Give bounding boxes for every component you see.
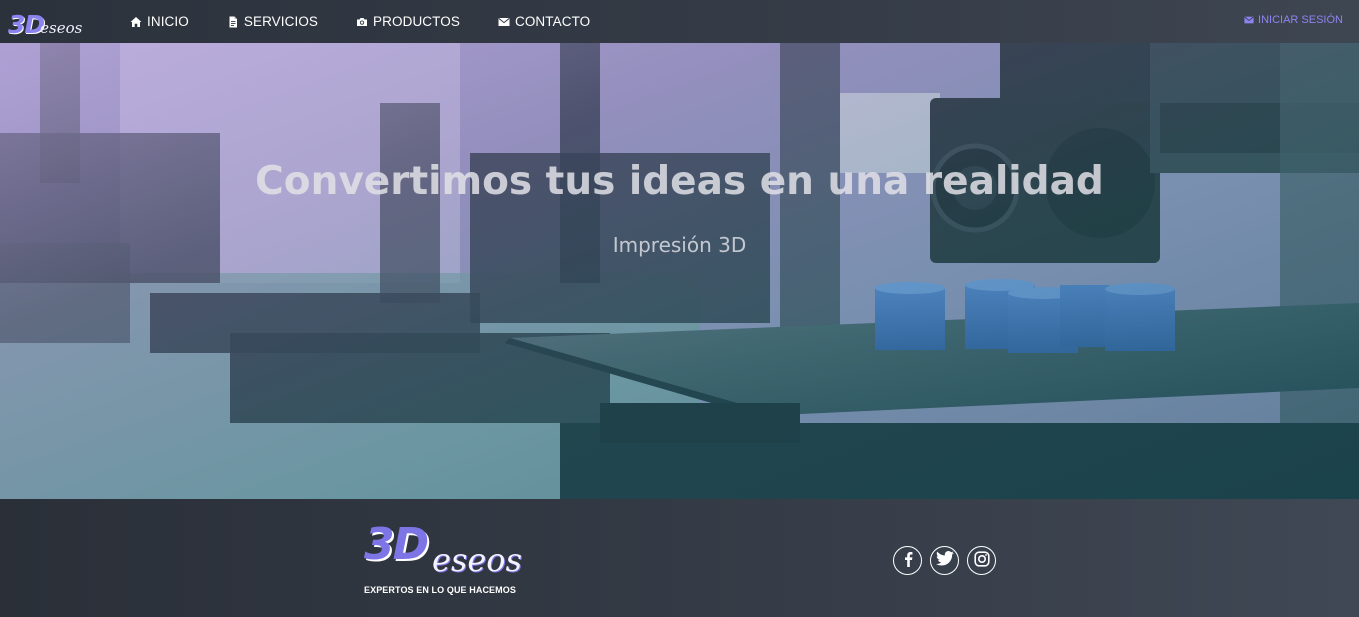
envelope-icon xyxy=(498,16,510,28)
facebook-link[interactable] xyxy=(893,546,922,575)
nav-item-label: SERVICIOS xyxy=(243,14,319,29)
footer-logo-eseos: eseos xyxy=(432,541,522,579)
brand-logo-eseos: eseos xyxy=(40,19,83,37)
brand-logo-3d: 3D xyxy=(8,10,45,39)
nav-item-label: PRODUCTOS xyxy=(373,14,460,29)
nav-item-contacto[interactable]: CONTACTO xyxy=(498,14,590,29)
instagram-link[interactable] xyxy=(967,546,996,575)
hero-title: Convertimos tus ideas en una realidad xyxy=(255,159,1104,204)
brand-logo[interactable]: 3D eseos xyxy=(8,5,88,37)
login-label: INICIAR SESIÓN xyxy=(1258,14,1343,26)
instagram-icon xyxy=(973,550,990,571)
hero-color-overlay xyxy=(0,43,1359,499)
nav-item-label: CONTACTO xyxy=(514,14,591,29)
nav-links: INICIO SERVICIOS PRODUCTOS CONTACTO xyxy=(130,0,628,43)
nav-item-servicios[interactable]: SERVICIOS xyxy=(227,14,318,29)
facebook-icon xyxy=(901,551,915,571)
twitter-icon xyxy=(935,551,954,570)
camera-icon xyxy=(356,16,368,28)
footer-tagline: EXPERTOS EN LO QUE HACEMOS xyxy=(364,585,516,595)
social-links xyxy=(893,546,996,575)
envelope-icon xyxy=(1244,15,1254,25)
footer-logo-3d: 3D xyxy=(364,519,429,570)
home-icon xyxy=(130,16,142,28)
document-icon xyxy=(227,16,239,28)
hero-banner: Convertimos tus ideas en una realidad Im… xyxy=(0,43,1359,499)
twitter-link[interactable] xyxy=(930,546,959,575)
footer: 3D eseos EXPERTOS EN LO QUE HACEMOS xyxy=(0,499,1359,617)
login-link[interactable]: INICIAR SESIÓN xyxy=(1244,14,1343,26)
nav-item-productos[interactable]: PRODUCTOS xyxy=(356,14,460,29)
hero-subtitle: Impresión 3D xyxy=(612,233,747,257)
top-navbar: 3D eseos INICIO SERVICIOS PRODUCTOS CONT… xyxy=(0,0,1359,43)
nav-item-label: INICIO xyxy=(147,14,189,29)
nav-item-inicio[interactable]: INICIO xyxy=(130,14,189,29)
footer-logo[interactable]: 3D eseos xyxy=(364,523,534,583)
